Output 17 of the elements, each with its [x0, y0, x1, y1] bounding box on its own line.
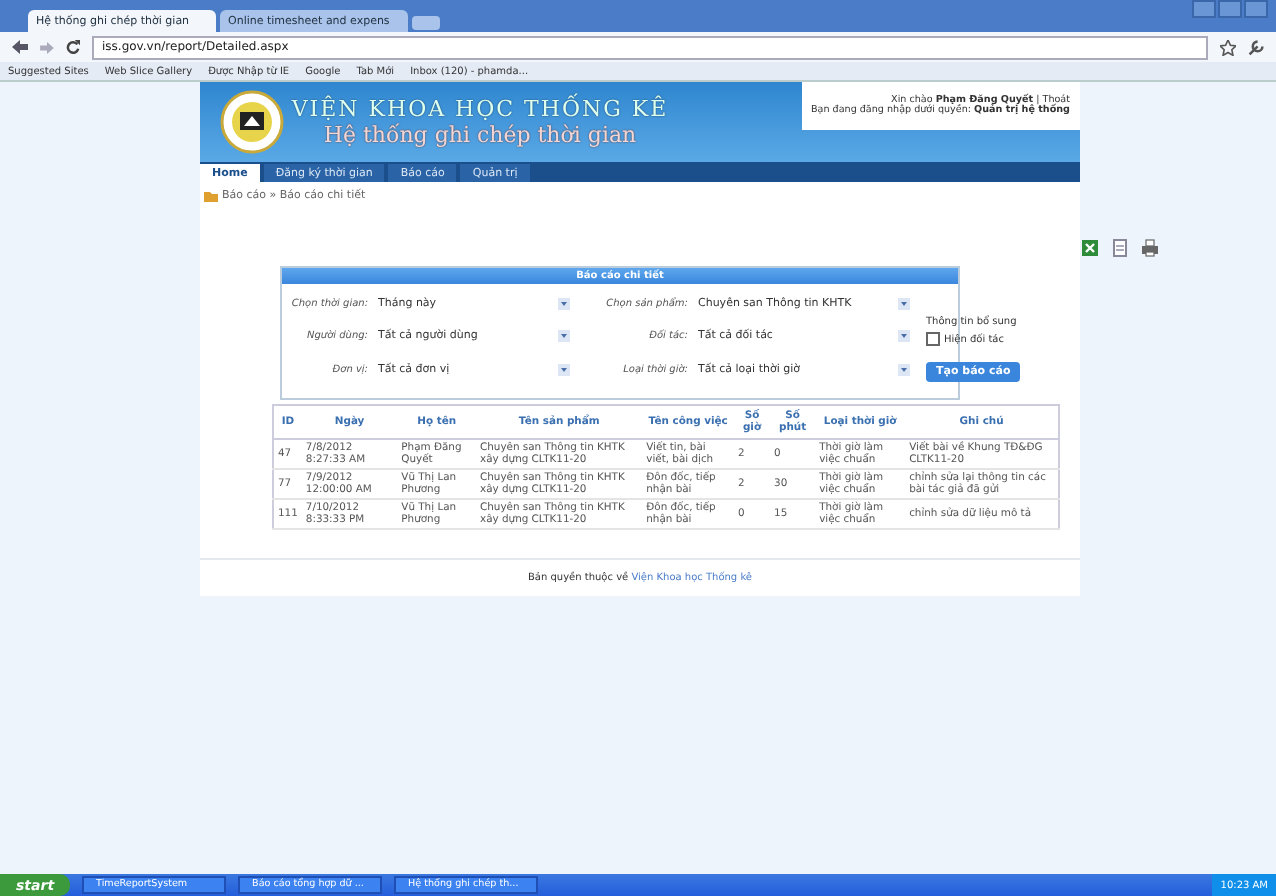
site-title: VIỆN KHOA HỌC THỐNG KÊ [291, 96, 669, 122]
star-icon[interactable] [1220, 39, 1236, 55]
dropdown-arrow-icon[interactable] [898, 298, 910, 311]
dropdown-arrow-icon[interactable] [558, 363, 570, 376]
dropdown-arrow-icon[interactable] [898, 363, 910, 376]
institute-logo [220, 90, 284, 154]
back-arrow-icon[interactable] [12, 40, 28, 54]
reload-icon[interactable] [66, 40, 80, 54]
excel-export-icon[interactable] [1080, 238, 1100, 258]
dropdown-arrow-icon[interactable] [558, 330, 570, 343]
dropdown-arrow-icon[interactable] [898, 330, 910, 343]
dropdown-arrow-icon[interactable] [558, 298, 570, 311]
print-icon[interactable] [1140, 238, 1160, 258]
folder-icon [204, 190, 218, 202]
wrench-icon[interactable] [1248, 39, 1264, 55]
document-icon[interactable] [1110, 238, 1130, 258]
site-subtitle: Hệ thống ghi chép thời gian [323, 122, 637, 148]
